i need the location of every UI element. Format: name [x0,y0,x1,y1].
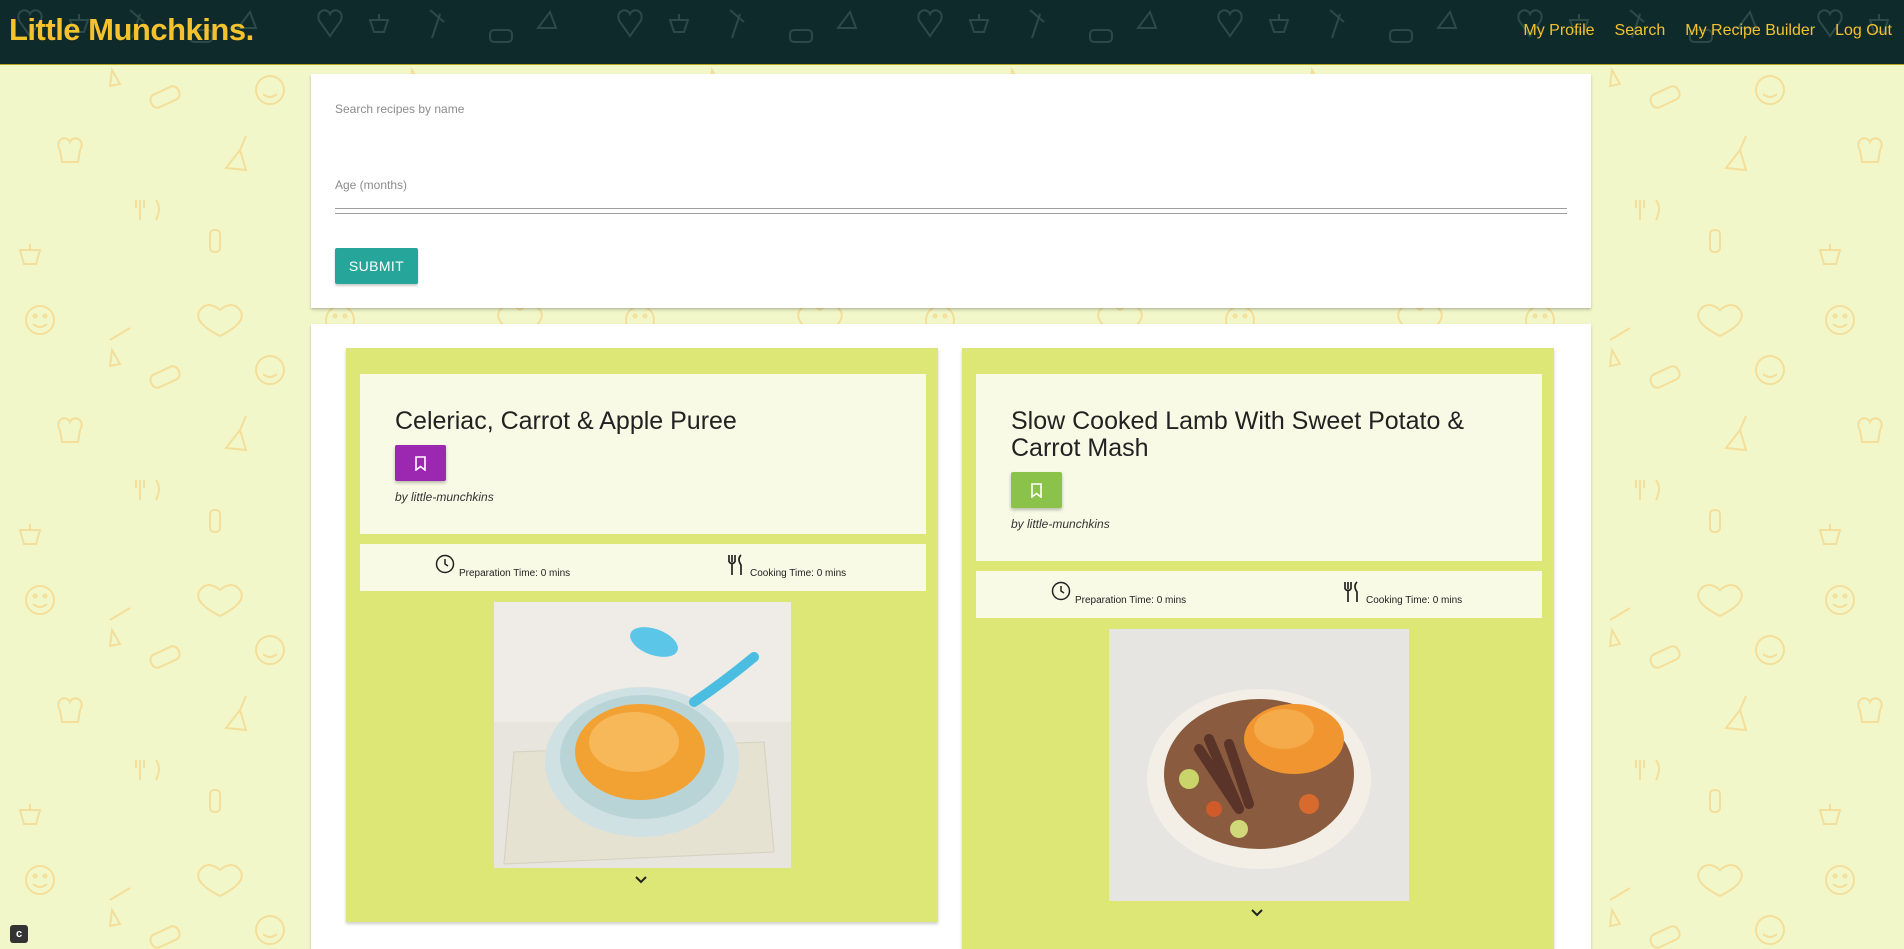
bookmark-icon [1031,483,1042,498]
prep-time-label: Preparation Time: 0 mins [459,568,571,579]
recipe-header: Celeriac, Carrot & Apple Puree by little… [360,374,926,534]
brand-logo[interactable]: Little Munchkins. [9,12,254,48]
nav-my-profile[interactable]: My Profile [1523,22,1594,40]
clock-icon [1051,581,1071,601]
recipe-title[interactable]: Celeriac, Carrot & Apple Puree [395,408,891,435]
bookmark-icon [415,456,426,471]
search-form-card: Search recipes by name Age (months) SUBM… [311,74,1591,308]
nav-log-out[interactable]: Log Out [1835,22,1892,40]
recipe-author: by little-munchkins [1011,517,1110,531]
prep-time-label: Preparation Time: 0 mins [1075,595,1187,606]
recipe-header: Slow Cooked Lamb With Sweet Potato & Car… [976,374,1542,561]
recipe-name-label: Search recipes by name [335,102,465,116]
recipe-times: Preparation Time: 0 mins Cooking Time: 0… [360,544,926,591]
recipe-image[interactable] [494,602,791,868]
nav-my-recipe-builder[interactable]: My Recipe Builder [1685,22,1815,40]
recipe-card: Celeriac, Carrot & Apple Puree by little… [346,348,938,922]
recipe-title[interactable]: Slow Cooked Lamb With Sweet Potato & Car… [1011,408,1507,462]
recipe-times: Preparation Time: 0 mins Cooking Time: 0… [976,571,1542,618]
chevron-down-icon[interactable] [1250,908,1264,918]
age-input[interactable] [335,188,1567,214]
cutlery-icon [728,554,742,575]
recipe-card: Slow Cooked Lamb With Sweet Potato & Car… [962,348,1554,949]
save-recipe-button[interactable] [395,445,446,481]
c-badge-icon[interactable]: c [10,925,28,943]
nav-links: My Profile Search My Recipe Builder Log … [1503,22,1892,40]
results-card: Celeriac, Carrot & Apple Puree by little… [311,324,1591,949]
submit-button[interactable]: SUBMIT [335,248,418,284]
cutlery-icon [1344,581,1358,602]
clock-icon [435,554,455,574]
recipe-author: by little-munchkins [395,490,494,504]
save-recipe-button[interactable] [1011,472,1062,508]
nav-search[interactable]: Search [1615,22,1666,40]
cook-time-label: Cooking Time: 0 mins [750,568,847,579]
cook-time-label: Cooking Time: 0 mins [1366,595,1463,606]
top-navbar: Little Munchkins. My Profile Search My R… [0,0,1904,65]
chevron-down-icon[interactable] [634,875,648,885]
recipe-image[interactable] [1109,629,1409,901]
